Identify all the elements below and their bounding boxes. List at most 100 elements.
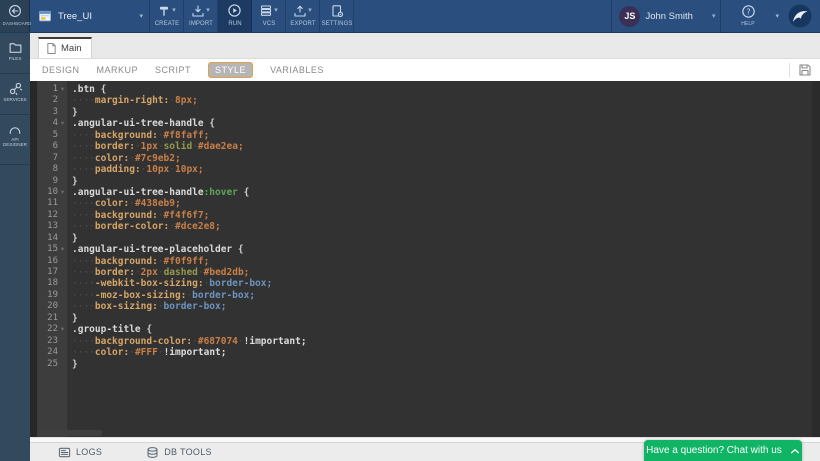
sidebar-item-label: SERVICES	[2, 98, 28, 103]
chat-button[interactable]: Have a question? Chat with us	[644, 440, 802, 461]
line-number: 10	[37, 187, 58, 198]
gutter-row: 12	[37, 210, 67, 221]
code-line[interactable]: ····color:·#7c9eb2;	[72, 153, 812, 164]
vertical-scrollbar[interactable]	[812, 81, 820, 437]
gutter-row: 18	[37, 278, 67, 289]
menu-label: SETTINGS	[320, 21, 354, 27]
export-tray-icon	[293, 4, 307, 18]
arc-icon	[7, 122, 23, 136]
logs-button[interactable]: LOGS	[58, 446, 102, 459]
line-number: 22	[37, 324, 58, 335]
code-line[interactable]: ····background:·#f0f9ff;	[72, 256, 812, 267]
fold-marker[interactable]: ▾	[58, 324, 67, 335]
line-number: 19	[37, 290, 58, 301]
line-number: 18	[37, 278, 58, 289]
code-line[interactable]: .btn {	[72, 84, 812, 95]
code-line[interactable]: ····-webkit-box-sizing:·border-box;	[72, 278, 812, 289]
line-number: 13	[37, 221, 58, 232]
tab-main[interactable]: Main	[38, 37, 92, 58]
gutter-row: 9	[37, 176, 67, 187]
code-line[interactable]: }	[72, 359, 812, 370]
code-line[interactable]: ····margin-right:·8px;	[72, 95, 812, 106]
menu-vcs[interactable]: ▾VCS	[252, 0, 286, 32]
avatar[interactable]: JS	[619, 6, 640, 27]
code-line[interactable]: }	[72, 107, 812, 118]
dashboard-label: DASHBOARD	[2, 21, 27, 25]
gutter-row: 14	[37, 233, 67, 244]
user-name[interactable]: John Smith	[645, 11, 707, 22]
divider	[720, 0, 721, 33]
line-number: 25	[37, 359, 58, 370]
tab-style[interactable]: STYLE	[208, 62, 253, 78]
project-selector[interactable]: Tree_UI ▾	[30, 0, 150, 32]
db-tools-button[interactable]: DB TOOLS	[146, 446, 212, 459]
code-line[interactable]: ····-moz-box-sizing:·border-box;	[72, 290, 812, 301]
main-area: Main DESIGN MARKUP SCRIPT STYLE VARIABLES 1▾…	[30, 33, 820, 461]
gutter-row: 4▾	[37, 118, 67, 129]
line-number: 8	[37, 164, 58, 175]
code-line[interactable]: ····color:·#438eb9;	[72, 198, 812, 209]
line-number: 17	[37, 267, 58, 278]
sidebar-item-files[interactable]: FILES	[0, 33, 30, 74]
menu-settings[interactable]: SETTINGS	[320, 0, 354, 32]
tab-variables[interactable]: VARIABLES	[270, 65, 324, 75]
line-number: 3	[37, 107, 58, 118]
code-line[interactable]: }	[72, 233, 812, 244]
gutter-row: 22▾	[37, 324, 67, 335]
user-area: JS John Smith ▾ ? HELP ▾	[611, 0, 820, 32]
app-window-icon	[38, 9, 52, 23]
menu-run[interactable]: RUN	[218, 0, 252, 32]
code-line[interactable]: .angular-ui-tree-placeholder {	[72, 244, 812, 255]
code-line[interactable]: .angular-ui-tree-handle:hover {	[72, 187, 812, 198]
sidebar-item-services[interactable]: SERVICES	[0, 74, 30, 115]
gutter-lines: 1▾234▾5678910▾1112131415▾16171819202122▾…	[37, 81, 67, 437]
gutter-row: 20	[37, 301, 67, 312]
code-line[interactable]: ····border-color:·#dce2e8;	[72, 221, 812, 232]
code-line[interactable]: ····border:·2px·dashed·#bed2db;	[72, 267, 812, 278]
editor-hscroll-handle[interactable]	[40, 430, 102, 436]
chevron-down-icon[interactable]: ▾	[712, 13, 716, 20]
left-sidebar: FILES SERVICES API DESIGNER	[0, 33, 30, 461]
save-icon[interactable]	[798, 63, 812, 77]
chevron-down-icon: ▾	[206, 7, 210, 14]
fold-marker[interactable]: ▾	[58, 84, 67, 95]
sidebar-item-api-designer[interactable]: API DESIGNER	[0, 115, 30, 165]
dashboard-button[interactable]: DASHBOARD	[0, 0, 30, 32]
code-line[interactable]: ····background-color:·#687074·!important…	[72, 336, 812, 347]
gutter-row: 6	[37, 141, 67, 152]
menu-label: IMPORT	[184, 21, 218, 27]
chevron-down-icon[interactable]: ▾	[775, 13, 779, 20]
document-icon	[46, 42, 57, 55]
menu-export[interactable]: ▾EXPORT	[286, 0, 320, 32]
menu-import[interactable]: ▾ IMPORT	[184, 0, 218, 32]
line-number: 23	[37, 336, 58, 347]
line-number: 16	[37, 256, 58, 267]
code-line[interactable]: .angular-ui-tree-handle {	[72, 118, 812, 129]
tab-design[interactable]: DESIGN	[42, 65, 80, 75]
code-line[interactable]: ····padding:·10px·10px;	[72, 164, 812, 175]
code-line[interactable]: ····background:·#f4f6f7;	[72, 210, 812, 221]
gutter-row: 3	[37, 107, 67, 118]
code-line[interactable]: }	[72, 176, 812, 187]
gutter-row: 1▾	[37, 84, 67, 95]
chevron-down-icon: ▾	[139, 13, 143, 20]
code-line[interactable]: ····color:·#FFF·!important;	[72, 347, 812, 358]
tab-script[interactable]: SCRIPT	[155, 65, 191, 75]
code-line[interactable]: ····border:·1px·solid·#dae2ea;	[72, 141, 812, 152]
tab-markup[interactable]: MARKUP	[97, 65, 139, 75]
question-circle-icon: ?	[741, 4, 756, 19]
code-editor[interactable]: 1▾234▾5678910▾1112131415▾16171819202122▾…	[30, 81, 820, 437]
line-number: 4	[37, 118, 58, 129]
fold-marker[interactable]: ▾	[58, 244, 67, 255]
menu-label: VCS	[252, 21, 286, 27]
code-line[interactable]: ····box-sizing:·border-box;	[72, 301, 812, 312]
fold-marker[interactable]: ▾	[58, 187, 67, 198]
code-line[interactable]: .group-title {	[72, 324, 812, 335]
code-line[interactable]: ····background:·#f8faff;	[72, 130, 812, 141]
subtab-row: DESIGN MARKUP SCRIPT STYLE VARIABLES	[30, 59, 820, 81]
menu-create[interactable]: ▾CREATE	[150, 0, 184, 32]
code-line[interactable]: }	[72, 313, 812, 324]
fold-marker[interactable]: ▾	[58, 118, 67, 129]
code-lines[interactable]: .btn {····margin-right:·8px;}.angular-ui…	[67, 81, 812, 437]
help-button[interactable]: ? HELP	[726, 4, 770, 29]
